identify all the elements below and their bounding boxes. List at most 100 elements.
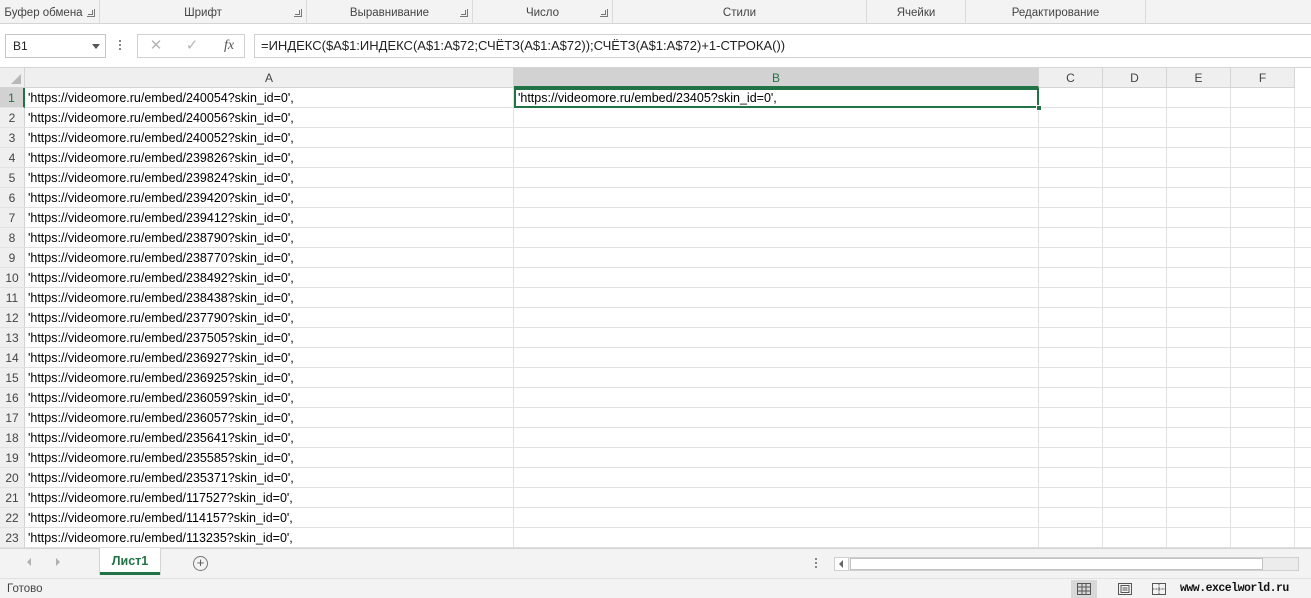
cell-a18[interactable]: 'https://videomore.ru/embed/235641?skin_… <box>25 428 514 448</box>
select-all-button[interactable] <box>0 68 25 88</box>
row-header[interactable]: 1 <box>0 88 25 108</box>
column-header-c[interactable]: C <box>1039 68 1103 88</box>
ribbon-group-label: Выравнивание <box>349 7 430 19</box>
ribbon-group-cells: Ячейки <box>867 0 966 24</box>
gridline-vertical <box>1038 88 1039 548</box>
column-header-a[interactable]: A <box>25 68 514 88</box>
enter-check-icon[interactable]: ✓ <box>182 35 202 57</box>
column-header-f[interactable]: F <box>1231 68 1295 88</box>
row-header[interactable]: 2 <box>0 108 25 128</box>
row-header[interactable]: 3 <box>0 128 25 148</box>
row-header[interactable]: 10 <box>0 268 25 288</box>
status-bar: Готово www.excelworld.ru <box>0 578 1311 598</box>
formula-bar: B1 ✕ ✓ fx =ИНДЕКС($A$1:ИНДЕКС(A$1:A$72;С… <box>0 24 1311 68</box>
dialog-launcher-icon[interactable] <box>600 9 608 17</box>
cell-a10[interactable]: 'https://videomore.ru/embed/238492?skin_… <box>25 268 514 288</box>
row-header[interactable]: 7 <box>0 208 25 228</box>
gridline-vertical <box>1102 88 1103 548</box>
ribbon-group-label: Число <box>525 7 560 19</box>
cell-a22[interactable]: 'https://videomore.ru/embed/114157?skin_… <box>25 508 514 528</box>
cell-a17[interactable]: 'https://videomore.ru/embed/236057?skin_… <box>25 408 514 428</box>
formula-input[interactable]: =ИНДЕКС($A$1:ИНДЕКС(A$1:A$72;СЧЁТЗ(A$1:A… <box>254 34 1311 58</box>
name-box[interactable]: B1 <box>5 34 106 58</box>
dialog-launcher-icon[interactable] <box>294 9 302 17</box>
tab-scroll-right-icon[interactable] <box>56 558 60 566</box>
cell-a16[interactable]: 'https://videomore.ru/embed/236059?skin_… <box>25 388 514 408</box>
ribbon-group-label: Стили <box>722 7 757 19</box>
cell-a4[interactable]: 'https://videomore.ru/embed/239826?skin_… <box>25 148 514 168</box>
ribbon-group-clipboard: Буфер обмена <box>0 0 100 24</box>
row-header[interactable]: 4 <box>0 148 25 168</box>
column-header-d[interactable]: D <box>1103 68 1167 88</box>
cell-a23[interactable]: 'https://videomore.ru/embed/113235?skin_… <box>25 528 514 548</box>
name-box-value: B1 <box>13 39 28 53</box>
chevron-down-icon[interactable] <box>92 44 100 49</box>
row-header[interactable]: 18 <box>0 428 25 448</box>
row-header[interactable]: 13 <box>0 328 25 348</box>
horizontal-scrollbar[interactable] <box>834 557 1299 571</box>
cell-a21[interactable]: 'https://videomore.ru/embed/117527?skin_… <box>25 488 514 508</box>
row-header[interactable]: 22 <box>0 508 25 528</box>
ribbon-group-font: Шрифт <box>100 0 307 24</box>
fill-handle[interactable] <box>1036 105 1042 111</box>
ribbon-group-editing: Редактирование <box>966 0 1146 24</box>
scroll-left-arrow-icon[interactable] <box>835 558 849 570</box>
ribbon-group-alignment: Выравнивание <box>307 0 473 24</box>
scrollbar-thumb[interactable] <box>850 558 1263 570</box>
ribbon-group-label: Шрифт <box>184 7 222 19</box>
sheet-tab-active[interactable]: Лист1 <box>100 548 160 575</box>
row-header[interactable]: 14 <box>0 348 25 368</box>
column-header-e[interactable]: E <box>1167 68 1231 88</box>
active-cell-b1[interactable]: 'https://videomore.ru/embed/23405?skin_i… <box>514 88 1039 108</box>
row-header[interactable]: 12 <box>0 308 25 328</box>
formula-buttons: ✕ ✓ fx <box>137 34 245 58</box>
status-text: Готово <box>7 583 43 595</box>
page-break-view-icon[interactable] <box>1146 580 1172 598</box>
row-header[interactable]: 9 <box>0 248 25 268</box>
row-header[interactable]: 5 <box>0 168 25 188</box>
row-header[interactable]: 20 <box>0 468 25 488</box>
splitter-handle-icon[interactable] <box>119 40 122 52</box>
cell-a20[interactable]: 'https://videomore.ru/embed/235371?skin_… <box>25 468 514 488</box>
cell-a15[interactable]: 'https://videomore.ru/embed/236925?skin_… <box>25 368 514 388</box>
worksheet-grid[interactable]: ABCDEF 1 2 3 4 5 6 7 8 9 10 11 12 13 14 15 16 17 18 19 20 21… <box>0 68 1311 548</box>
row-header[interactable]: 8 <box>0 228 25 248</box>
dialog-launcher-icon[interactable] <box>460 9 468 17</box>
row-header[interactable]: 11 <box>0 288 25 308</box>
cell-a7[interactable]: 'https://videomore.ru/embed/239412?skin_… <box>25 208 514 228</box>
cancel-icon[interactable]: ✕ <box>146 35 166 57</box>
cell-a19[interactable]: 'https://videomore.ru/embed/235585?skin_… <box>25 448 514 468</box>
row-header[interactable]: 19 <box>0 448 25 468</box>
insert-function-icon[interactable]: fx <box>218 35 240 57</box>
tab-scroll-left-icon[interactable] <box>27 558 31 566</box>
cell-a9[interactable]: 'https://videomore.ru/embed/238770?skin_… <box>25 248 514 268</box>
cell-a13[interactable]: 'https://videomore.ru/embed/237505?skin_… <box>25 328 514 348</box>
gridline-vertical <box>1294 88 1295 548</box>
row-header[interactable]: 17 <box>0 408 25 428</box>
ribbon-group-labels: Буфер обмена Шрифт Выравнивание Число Ст… <box>0 0 1311 24</box>
dialog-launcher-icon[interactable] <box>87 9 95 17</box>
add-sheet-icon[interactable]: + <box>193 556 208 571</box>
ribbon-group-number: Число <box>473 0 613 24</box>
normal-view-icon[interactable] <box>1071 580 1097 598</box>
cell-a1[interactable]: 'https://videomore.ru/embed/240054?skin_… <box>25 88 514 108</box>
row-header[interactable]: 16 <box>0 388 25 408</box>
row-header[interactable]: 6 <box>0 188 25 208</box>
cell-a6[interactable]: 'https://videomore.ru/embed/239420?skin_… <box>25 188 514 208</box>
cell-a5[interactable]: 'https://videomore.ru/embed/239824?skin_… <box>25 168 514 188</box>
row-header[interactable]: 15 <box>0 368 25 388</box>
cell-a14[interactable]: 'https://videomore.ru/embed/236927?skin_… <box>25 348 514 368</box>
watermark-text: www.excelworld.ru <box>1180 582 1289 595</box>
row-header[interactable]: 23 <box>0 528 25 548</box>
cell-a12[interactable]: 'https://videomore.ru/embed/237790?skin_… <box>25 308 514 328</box>
cell-a11[interactable]: 'https://videomore.ru/embed/238438?skin_… <box>25 288 514 308</box>
row-header[interactable]: 21 <box>0 488 25 508</box>
ribbon-group-label: Буфер обмена <box>4 7 83 19</box>
cell-a3[interactable]: 'https://videomore.ru/embed/240052?skin_… <box>25 128 514 148</box>
tab-splitter-handle-icon[interactable] <box>815 558 818 570</box>
cell-a8[interactable]: 'https://videomore.ru/embed/238790?skin_… <box>25 228 514 248</box>
cell-a2[interactable]: 'https://videomore.ru/embed/240056?skin_… <box>25 108 514 128</box>
column-header-b[interactable]: B <box>514 68 1039 88</box>
gridline-vertical <box>1230 88 1231 548</box>
page-layout-view-icon[interactable] <box>1112 580 1138 598</box>
